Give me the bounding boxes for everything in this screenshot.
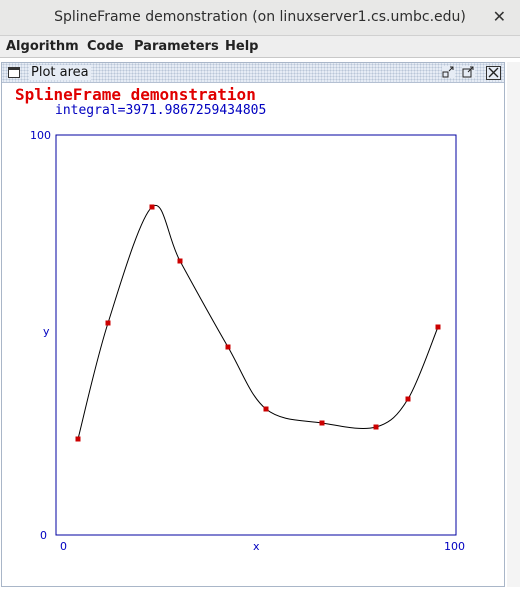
plot-heading: SplineFrame demonstration — [15, 85, 256, 104]
spline-curve — [77, 204, 439, 440]
control-point[interactable] — [319, 420, 325, 426]
control-point[interactable] — [105, 320, 111, 326]
y-tick-label-min: 0 — [40, 529, 47, 542]
x-tick-label-max: 100 — [444, 540, 465, 553]
control-point[interactable] — [263, 406, 269, 412]
control-point[interactable] — [177, 258, 183, 264]
control-point[interactable] — [225, 344, 231, 350]
spline-series — [77, 204, 439, 440]
x-tick-label-min: 0 — [60, 540, 67, 553]
control-point[interactable] — [75, 436, 81, 442]
y-axis-label: y — [43, 325, 50, 338]
plot-border — [55, 134, 457, 536]
x-axis-label: x — [253, 540, 260, 553]
control-point[interactable] — [149, 204, 155, 210]
control-point[interactable] — [373, 424, 379, 430]
control-points — [75, 204, 441, 442]
control-point[interactable] — [405, 396, 411, 402]
control-point[interactable] — [435, 324, 441, 330]
y-tick-label-max: 100 — [30, 129, 51, 142]
integral-label: integral=3971.9867259434805 — [55, 103, 266, 118]
plot-canvas: SplineFrame demonstration integral=3971.… — [15, 85, 465, 553]
